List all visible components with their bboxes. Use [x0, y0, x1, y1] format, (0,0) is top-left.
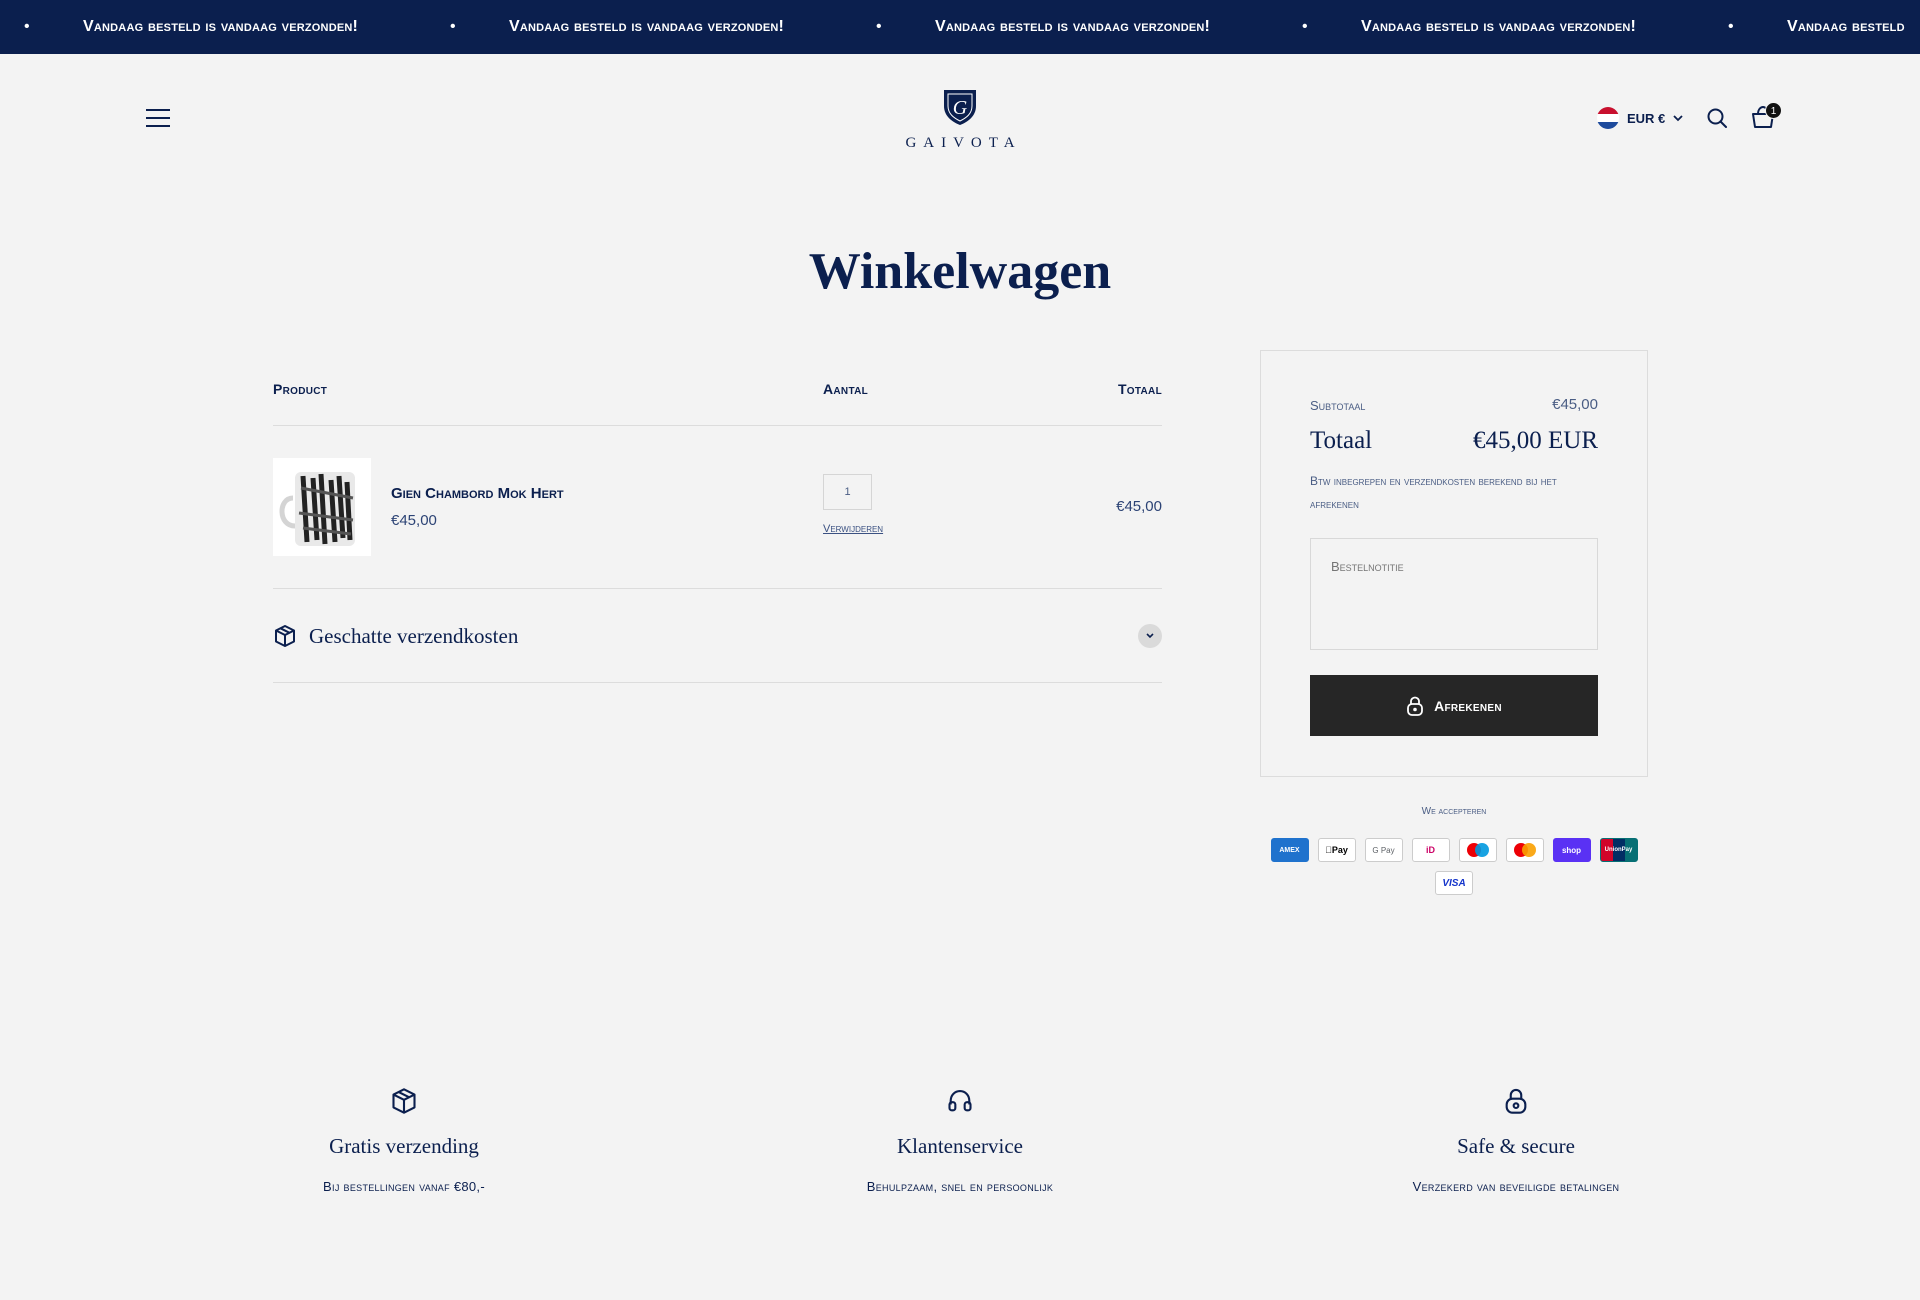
- total-value: €45,00 EUR: [1473, 427, 1598, 454]
- site-logo[interactable]: G GAIVOTA: [898, 86, 1022, 156]
- mastercard-icon: [1505, 838, 1544, 862]
- bullet-icon: •: [450, 18, 456, 35]
- chevron-down-icon: [1673, 114, 1683, 121]
- payment-icons: AMEX Pay G Pay iD shop UnionPay VISA: [1270, 838, 1638, 895]
- bullet-icon: •: [24, 18, 30, 35]
- column-header-quantity: Aantal: [823, 381, 869, 397]
- lock-icon: [1407, 696, 1423, 716]
- order-summary: Subtotaal €45,00 Totaal €45,00 EUR Btw i…: [1260, 350, 1648, 777]
- announcement-text: Vandaag besteld is vandaag verzonden!: [509, 18, 785, 35]
- total-label: Totaal: [1310, 427, 1373, 454]
- shipping-estimate-toggle[interactable]: Geschatte verzendkosten: [273, 618, 1162, 654]
- announcement-bar: • Vandaag besteld is vandaag verzonden! …: [0, 0, 1920, 54]
- announcement-item: • Vandaag besteld is vandaag verzonden!: [852, 18, 1278, 36]
- feature-text: Bij bestellingen vanaf €80,-: [323, 1179, 485, 1194]
- checkout-label: Afrekenen: [1434, 697, 1502, 714]
- logo-wordmark: GAIVOTA: [905, 135, 1022, 151]
- expand-toggle[interactable]: [1138, 624, 1162, 648]
- hamburger-menu-icon[interactable]: [146, 109, 170, 127]
- announcement-item: • Vandaag besteld: [1704, 18, 1920, 36]
- product-name-link[interactable]: Gien Chambord Mok Hert: [391, 485, 564, 502]
- headphones-icon: [948, 1090, 972, 1112]
- checkout-button[interactable]: Afrekenen: [1310, 675, 1598, 736]
- announcement-text: Vandaag besteld is vandaag verzonden!: [935, 18, 1211, 35]
- mug-image: [273, 458, 371, 556]
- product-image[interactable]: [273, 458, 371, 556]
- apple-pay-icon: Pay: [1317, 838, 1356, 862]
- visa-icon: VISA: [1435, 871, 1473, 895]
- currency-label: EUR €: [1627, 110, 1666, 126]
- unionpay-icon: UnionPay: [1599, 838, 1638, 862]
- divider: [273, 588, 1162, 589]
- column-header-product: Product: [273, 381, 328, 397]
- subtotal-value: €45,00: [1552, 396, 1598, 413]
- announcement-item: • Vandaag besteld is vandaag verzonden!: [0, 18, 426, 36]
- quantity-input[interactable]: 1: [823, 474, 872, 510]
- column-header-total: Totaal: [1117, 381, 1162, 397]
- site-header: G GAIVOTA EUR €: [0, 54, 1920, 182]
- box-icon: [392, 1088, 416, 1114]
- announcement-text: Vandaag besteld: [1787, 18, 1905, 35]
- order-note-field[interactable]: [1310, 538, 1598, 650]
- announcement-item: • Vandaag besteld is vandaag verzonden!: [1278, 18, 1704, 36]
- shop-pay-icon: shop: [1552, 838, 1591, 862]
- tax-note: Btw inbegrepen en verzendkosten berekend…: [1310, 474, 1557, 511]
- line-total: €45,00: [1116, 498, 1162, 515]
- announcement-item: • Vandaag besteld is vandaag verzonden!: [426, 18, 852, 36]
- bullet-icon: •: [876, 18, 882, 35]
- page-title: Winkelwagen: [808, 243, 1112, 300]
- feature-text: Verzekerd van beveiligde betalingen: [1412, 1179, 1620, 1194]
- feature-customer-service: Klantenservice Behulpzaam, snel en perso…: [760, 1087, 1160, 1194]
- maestro-icon: [1458, 838, 1497, 862]
- feature-safe-secure: Safe & secure Verzekerd van beveiligde b…: [1316, 1087, 1716, 1194]
- netherlands-flag-icon: [1597, 107, 1619, 129]
- feature-title: Safe & secure: [1457, 1134, 1575, 1158]
- remove-item-link[interactable]: Verwijderen: [823, 523, 883, 535]
- bullet-icon: •: [1302, 18, 1308, 35]
- lock-icon: [1505, 1088, 1527, 1114]
- svg-text:G: G: [953, 97, 968, 119]
- feature-title: Gratis verzending: [329, 1134, 479, 1158]
- announcement-text: Vandaag besteld is vandaag verzonden!: [83, 18, 359, 35]
- search-icon[interactable]: [1705, 106, 1729, 130]
- feature-free-shipping: Gratis verzending Bij bestellingen vanaf…: [204, 1087, 604, 1194]
- feature-text: Behulpzaam, snel en persoonlijk: [866, 1179, 1054, 1194]
- feature-title: Klantenservice: [897, 1134, 1023, 1158]
- ideal-icon: iD: [1411, 838, 1450, 862]
- divider: [273, 682, 1162, 683]
- shield-logo-icon: G: [944, 90, 976, 125]
- chevron-down-icon: [1146, 633, 1154, 639]
- payment-methods-label: We accepteren: [1421, 806, 1487, 817]
- announcement-text: Vandaag besteld is vandaag verzonden!: [1361, 18, 1637, 35]
- product-price: €45,00: [391, 512, 437, 529]
- box-icon: [275, 625, 295, 647]
- subtotal-label: Subtotaal: [1310, 398, 1366, 413]
- announcement-track: • Vandaag besteld is vandaag verzonden! …: [0, 0, 1920, 54]
- google-pay-icon: G Pay: [1364, 838, 1403, 862]
- cart-count-badge: 1: [1765, 102, 1782, 119]
- shipping-estimate-label: Geschatte verzendkosten: [309, 623, 519, 648]
- amex-icon: AMEX: [1270, 838, 1309, 862]
- currency-selector[interactable]: EUR €: [1597, 106, 1683, 130]
- divider: [273, 425, 1162, 426]
- bullet-icon: •: [1728, 18, 1734, 35]
